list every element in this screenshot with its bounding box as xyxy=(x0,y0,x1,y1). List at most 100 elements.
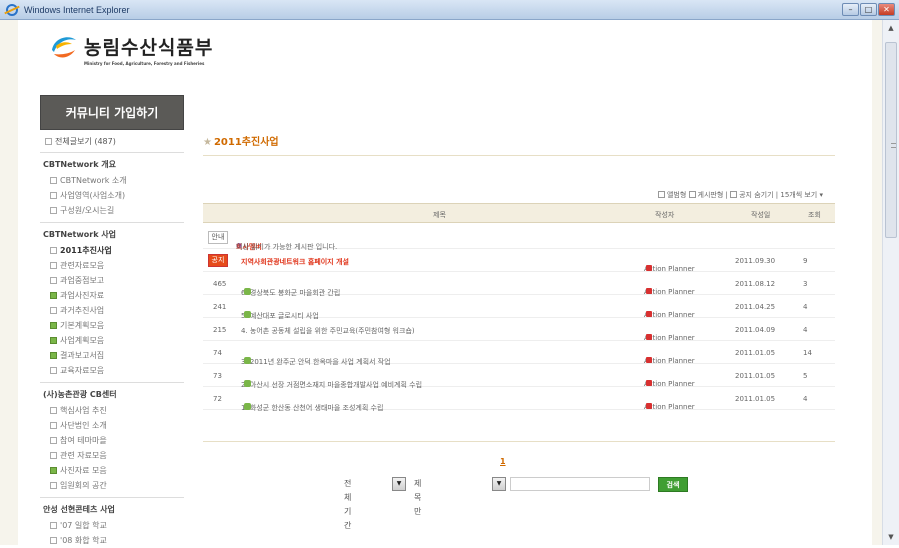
author-menu-icon xyxy=(646,380,652,386)
site-header: 농림수산식품부 Ministry for Food, Agriculture, … xyxy=(38,26,338,76)
scroll-down-icon[interactable]: ▼ xyxy=(885,531,897,543)
album-view-button[interactable]: 앨범형 xyxy=(657,191,687,199)
ministry-logo-subtitle: Ministry for Food, Agriculture, Forestry… xyxy=(84,61,205,66)
sidebar-item-result-reports[interactable]: 결과보고서집 xyxy=(40,348,184,363)
sidebar-item-core-business[interactable]: 핵심사업 추진 xyxy=(40,403,184,418)
post-title-link[interactable]: 4. 농어촌 공동체 설립을 위한 주민교육(주민참여형 워크숍) xyxy=(241,326,415,336)
date-cell: 2011.04.25 xyxy=(735,303,776,311)
list-icon xyxy=(45,138,52,145)
scope-select[interactable]: 제목만 xyxy=(414,477,421,516)
list-view-icon xyxy=(688,191,696,198)
album-view-label: 앨범형 xyxy=(666,191,687,199)
sidebar-item-photo-files[interactable]: 사진자료 모음 xyxy=(40,463,184,478)
maximize-button[interactable]: □ xyxy=(860,3,877,16)
sidebar-item-2011-projects[interactable]: 2011추진사업 xyxy=(40,243,184,258)
sidebar-item-past-projects[interactable]: 과거추진사업 xyxy=(40,303,184,318)
sidebar-all-posts-label: 전체글보기 (487) xyxy=(55,137,116,146)
post-title-link[interactable]: 지역사회관광네트워크 홈페이지 개설 xyxy=(241,257,349,267)
sidebar-item-members[interactable]: 구성원/오시는길 xyxy=(40,203,184,218)
album-icon xyxy=(657,191,665,198)
date-cell: 2011.01.05 xyxy=(735,372,776,380)
table-row[interactable]: 465 6. 경상북도 봉화군 마을회관 간립 Action Planner 2… xyxy=(203,272,835,297)
sidebar-item-label: 기본계획모음 xyxy=(60,321,105,330)
board-icon xyxy=(50,177,57,184)
per-page-select[interactable]: 15개씩 보기 ▾ xyxy=(780,191,823,199)
table-header: 제목 작성자 작성일 조회 xyxy=(203,203,835,223)
close-button[interactable]: ✕ xyxy=(878,3,895,16)
ministry-logo-icon[interactable] xyxy=(48,32,78,62)
grip-icon xyxy=(891,143,896,148)
date-cell: 2011.04.09 xyxy=(735,326,776,334)
board-icon xyxy=(50,422,57,429)
sidebar-item-task-photos[interactable]: 과업사진자료 xyxy=(40,288,184,303)
table-row[interactable]: 74 3. 2011년 완주군 안덕 한옥마을 사업 계획서 작업 Action… xyxy=(203,341,835,366)
table-row[interactable]: 215 4. 농어촌 공동체 설립을 위한 주민교육(주민참여형 워크숍) Ac… xyxy=(203,318,835,342)
views-cell: 14 xyxy=(803,349,812,357)
sidebar-item-label: 결과보고서집 xyxy=(60,351,105,360)
sidebar-item-label: 사단법인 소개 xyxy=(60,421,107,430)
sidebar-item-related-materials[interactable]: 관련자료모음 xyxy=(40,258,184,273)
period-select[interactable]: 전체기간 xyxy=(344,477,351,530)
notice-info-row: 안내 ❶ 회사멤버 이상 읽기가 가능한 게시판 입니다. xyxy=(203,226,835,251)
sidebar-item-cbt-intro[interactable]: CBTNetwork 소개 xyxy=(40,173,184,188)
table-row[interactable]: 공지 지역사회관광네트워크 홈페이지 개설 Action Planner 201… xyxy=(203,249,835,273)
hide-notice-toggle[interactable]: 공지 숨기기 xyxy=(730,191,774,199)
date-cell: 2011.08.12 xyxy=(735,280,776,288)
ministry-logo-text[interactable]: 농림수산식품부 xyxy=(84,33,213,60)
table-row[interactable]: 73 2. 아산시 선장 거점면소재지 마을종합개발사업 예비계획 수립 Act… xyxy=(203,364,835,389)
sidebar-item-label: '07 일합 학교 xyxy=(60,521,107,530)
views-cell: 9 xyxy=(803,257,808,265)
chevron-down-icon[interactable]: ▼ xyxy=(492,477,506,491)
board-title-text: 2011추진사업 xyxy=(213,137,279,148)
sidebar-item-label: 구성원/오시는길 xyxy=(60,206,115,215)
table-row[interactable]: 241 5. 예산대포 글로시티 사업 Action Planner 2011.… xyxy=(203,295,835,320)
sidebar-item-label: 과거추진사업 xyxy=(60,306,105,315)
board-icon xyxy=(50,192,57,199)
attachment-icon xyxy=(244,288,251,295)
hide-notice-label: 공지 숨기기 xyxy=(739,191,774,199)
sidebar-item-label: 과업중점보고 xyxy=(60,276,105,285)
post-title-text: 1. 화성군 한산동 산천어 생태마을 조성계획 수립 xyxy=(241,404,384,412)
photo-board-icon xyxy=(50,337,57,344)
table-row[interactable]: 72 1. 화성군 한산동 산천어 생태마을 조성계획 수립 Action Pl… xyxy=(203,387,835,412)
author-menu-icon xyxy=(646,288,652,294)
chevron-down-icon[interactable]: ▼ xyxy=(392,477,406,491)
photo-board-icon xyxy=(50,292,57,299)
attachment-icon xyxy=(244,357,251,364)
info-tag: 안내 xyxy=(208,231,228,244)
sidebar-item-theme-villages[interactable]: 참여 테마마을 xyxy=(40,433,184,448)
board-icon xyxy=(50,247,57,254)
photo-board-icon xyxy=(50,352,57,359)
author-menu-icon xyxy=(646,357,652,363)
sidebar-item-business-plans[interactable]: 사업계획모음 xyxy=(40,333,184,348)
sidebar-all-posts[interactable]: 전체글보기 (487) xyxy=(40,130,184,153)
minimize-button[interactable]: – xyxy=(842,3,859,16)
board-title: ★ 2011추진사업 xyxy=(203,133,279,148)
page-link-current[interactable]: 1 xyxy=(500,457,506,466)
checkbox-icon xyxy=(730,191,738,198)
board-view-button[interactable]: 게시판형 xyxy=(688,191,723,199)
sidebar-item-task-report[interactable]: 과업중점보고 xyxy=(40,273,184,288)
search-button[interactable]: 검색 xyxy=(658,477,688,492)
views-cell: 3 xyxy=(803,280,808,288)
search-input[interactable] xyxy=(510,477,650,491)
sidebar-item-label: 교육자료모음 xyxy=(60,366,105,375)
sidebar-item-education[interactable]: 교육자료모음 xyxy=(40,363,184,378)
attachment-icon xyxy=(244,380,251,387)
sidebar-item-07-school[interactable]: '07 일합 학교 xyxy=(40,518,184,533)
date-cell: 2011.01.05 xyxy=(735,395,776,403)
sidebar-item-basic-plans[interactable]: 기본계획모음 xyxy=(40,318,184,333)
board-icon xyxy=(50,522,57,529)
scroll-up-icon[interactable]: ▲ xyxy=(885,22,897,34)
sidebar-item-label: 사진자료 모음 xyxy=(60,466,107,475)
vertical-scrollbar[interactable]: ▲ ▼ xyxy=(882,20,899,545)
scrollbar-thumb[interactable] xyxy=(885,42,897,238)
sidebar-section-heading: 안성 선현콘테츠 사업 xyxy=(43,505,115,514)
author-menu-icon xyxy=(646,265,652,271)
sidebar-item-corp-intro[interactable]: 사단법인 소개 xyxy=(40,418,184,433)
sidebar-item-related-files[interactable]: 관련 자료모음 xyxy=(40,448,184,463)
join-community-button[interactable]: 커뮤니티 가입하기 xyxy=(40,95,184,130)
sidebar-item-board-meeting[interactable]: 임원회의 공간 xyxy=(40,478,184,493)
sidebar-item-business-area[interactable]: 사업영역(사업소개) xyxy=(40,188,184,203)
sidebar-item-08-school[interactable]: '08 화합 학교 xyxy=(40,533,184,548)
